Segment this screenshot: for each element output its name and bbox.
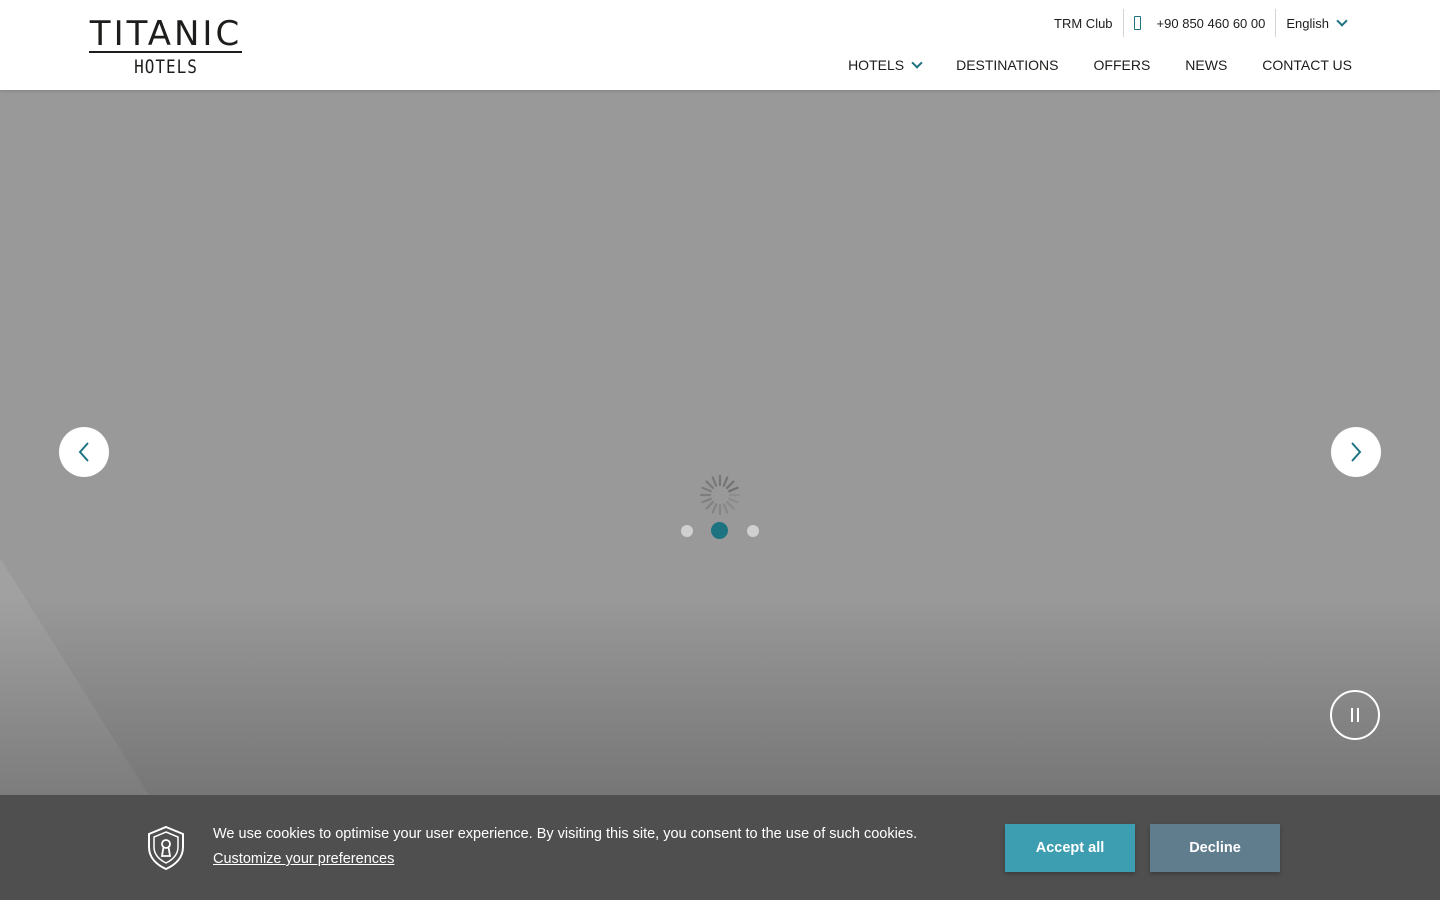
cookie-message: We use cookies to optimise your user exp… [213,822,983,872]
chevron-down-icon [1336,14,1348,27]
top-utility-bar: TRM Club +90 850 460 60 00 English [1044,8,1356,38]
spinner-tick [705,480,715,490]
slider-pagination [681,522,759,539]
cookie-message-text: We use cookies to optimise your user exp… [213,826,918,842]
accept-all-button[interactable]: Accept all [1005,824,1135,872]
phone-icon [1133,16,1141,30]
trm-club-link[interactable]: TRM Club [1044,9,1123,37]
phone-link[interactable]: +90 850 460 60 00 [1124,9,1276,37]
slider-prev-button[interactable] [59,427,109,477]
slider-pause-button[interactable] [1330,690,1380,740]
spinner-tick [728,486,739,493]
spinner-tick [701,497,712,504]
nav-hotels[interactable]: HOTELS [848,55,923,75]
site-logo[interactable]: TITANIC HOTELS [88,16,244,78]
chevron-right-icon [1351,442,1362,462]
slide-dot-3[interactable] [747,524,759,537]
spinner-tick [711,476,718,487]
spinner-tick [701,486,712,493]
nav-destinations[interactable]: DESTINATIONS [956,55,1058,75]
spinner-tick [728,497,739,504]
language-selector[interactable]: English [1276,9,1356,37]
phone-number: +90 850 460 60 00 [1156,15,1266,31]
hero-slider [0,90,1440,900]
logo-wordmark: TITANIC [89,14,243,54]
chevron-down-icon [911,56,923,69]
nav-news[interactable]: NEWS [1185,55,1227,75]
language-label: English [1286,15,1329,31]
spinner-tick [725,500,735,510]
decline-button[interactable]: Decline [1150,824,1280,872]
chevron-left-icon [78,442,89,462]
spinner-tick [725,480,735,490]
slide-dot-1[interactable] [681,524,693,537]
nav-hotels-label: HOTELS [848,57,905,73]
slider-next-button[interactable] [1331,427,1381,477]
spinner-tick [722,503,729,514]
spinner-tick [711,503,718,514]
spinner-tick [705,500,715,510]
pause-icon [1357,708,1359,722]
cookie-consent-bar: We use cookies to optimise your user exp… [0,795,1440,900]
logo-divider [89,51,242,53]
site-header: TITANIC HOTELS TRM Club +90 850 460 60 0… [0,0,1440,90]
nav-offers[interactable]: OFFERS [1094,55,1151,75]
main-nav: HOTELS DESTINATIONS OFFERS NEWS CONTACT … [848,55,1352,75]
trm-club-label: TRM Club [1054,15,1113,31]
nav-contact-us[interactable]: CONTACT US [1262,55,1352,75]
spinner-tick [722,476,729,487]
customize-preferences-link[interactable]: Customize your preferences [213,851,394,867]
slide-dot-2[interactable] [711,522,728,539]
pause-icon [1351,708,1353,722]
spinner-icon [699,474,741,516]
shield-lock-icon [148,825,184,871]
logo-subtitle: HOTELS [134,55,198,78]
